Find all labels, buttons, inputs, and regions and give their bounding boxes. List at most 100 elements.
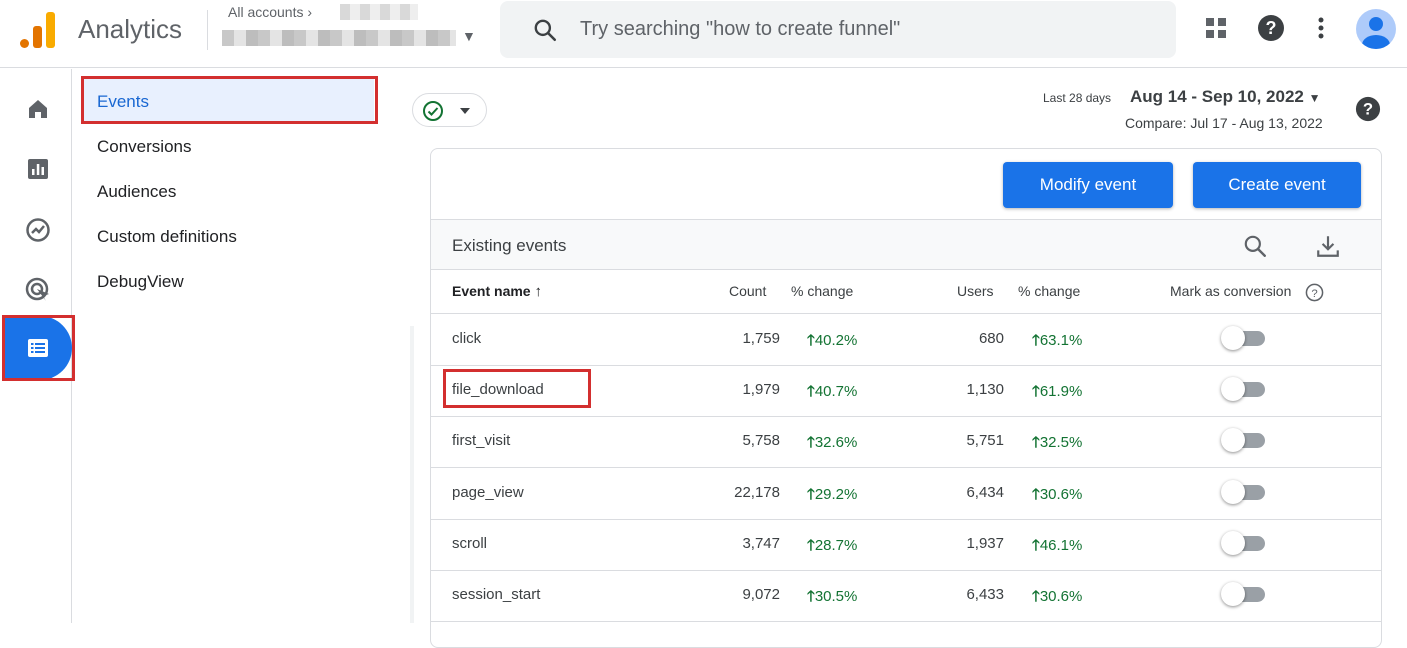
date-range-text: Aug 14 - Sep 10, 2022 xyxy=(1130,87,1304,106)
arrow-up-icon: 🡑 xyxy=(1032,383,1040,400)
count-cell: 22,178 xyxy=(734,484,780,501)
chevron-right-icon: › xyxy=(307,4,313,20)
users-change-value: 32.5% xyxy=(1039,434,1083,451)
subnav-item-debugview[interactable]: DebugView xyxy=(97,272,184,292)
configure-icon[interactable] xyxy=(24,334,52,362)
arrow-up-icon: 🡑 xyxy=(1032,537,1040,554)
analytics-logo-icon[interactable] xyxy=(20,12,56,48)
count-change-value: 32.6% xyxy=(814,434,858,451)
event-name-cell[interactable]: first_visit xyxy=(452,432,510,449)
count-change-value: 30.5% xyxy=(814,588,858,605)
header-users-change[interactable]: % change xyxy=(1018,283,1080,299)
users-change-value: 30.6% xyxy=(1039,588,1083,605)
svg-text:?: ? xyxy=(1363,100,1373,119)
compare-range: Compare: Jul 17 - Aug 13, 2022 xyxy=(1125,115,1323,131)
users-cell: 1,937 xyxy=(966,535,1004,552)
search-bar[interactable] xyxy=(500,1,1176,58)
mark-conversion-toggle[interactable] xyxy=(1221,326,1265,350)
chevron-down-icon xyxy=(460,108,470,114)
users-cell: 1,130 xyxy=(966,381,1004,398)
svg-text:?: ? xyxy=(1311,288,1317,300)
advertising-icon[interactable] xyxy=(24,276,52,304)
arrow-up-icon: 🡑 xyxy=(807,332,815,349)
apps-grid-icon[interactable] xyxy=(1202,14,1230,42)
count-change-value: 28.7% xyxy=(814,537,858,554)
event-name-cell[interactable]: page_view xyxy=(452,484,524,501)
more-vert-icon[interactable] xyxy=(1307,14,1335,42)
header-divider-line xyxy=(431,313,1381,314)
filter-dropdown[interactable] xyxy=(412,93,487,127)
header-users[interactable]: Users xyxy=(957,283,994,299)
event-name-cell[interactable]: click xyxy=(452,330,481,347)
users-change-cell: 🡑63.1% xyxy=(1032,330,1082,355)
event-name-cell[interactable]: session_start xyxy=(452,586,540,603)
avatar[interactable] xyxy=(1356,9,1396,49)
header-count[interactable]: Count xyxy=(729,283,766,299)
property-name-redacted[interactable] xyxy=(222,30,456,46)
count-cell: 5,758 xyxy=(742,432,780,449)
arrow-up-icon: 🡑 xyxy=(807,588,815,605)
row-divider xyxy=(431,519,1381,520)
header-count-change[interactable]: % change xyxy=(791,283,853,299)
users-cell: 6,434 xyxy=(966,484,1004,501)
arrow-up-icon: 🡑 xyxy=(1032,434,1040,451)
subnav-scrollbar[interactable] xyxy=(410,326,414,623)
users-change-cell: 🡑61.9% xyxy=(1032,381,1082,406)
subnav-item-audiences[interactable]: Audiences xyxy=(97,182,176,202)
date-range-selector[interactable]: Aug 14 - Sep 10, 2022 ▼ xyxy=(1130,87,1321,107)
users-cell: 5,751 xyxy=(966,432,1004,449)
existing-events-title: Existing events xyxy=(452,236,567,255)
arrow-up-icon: 🡑 xyxy=(1032,588,1040,605)
event-name-cell[interactable]: file_download xyxy=(452,381,544,398)
subnav-item-conversions[interactable]: Conversions xyxy=(97,137,192,157)
mark-conversion-toggle[interactable] xyxy=(1221,480,1265,504)
arrow-up-icon: 🡑 xyxy=(807,486,815,503)
modify-event-button[interactable]: Modify event xyxy=(1003,162,1173,208)
count-change-cell: 🡑40.2% xyxy=(807,330,857,355)
explore-icon[interactable] xyxy=(24,216,52,244)
conversion-help-icon[interactable]: ? xyxy=(1305,283,1324,302)
users-cell: 6,433 xyxy=(966,586,1004,603)
reports-icon[interactable] xyxy=(24,155,52,183)
mark-conversion-toggle[interactable] xyxy=(1221,531,1265,555)
count-change-value: 29.2% xyxy=(814,486,858,503)
svg-text:?: ? xyxy=(1266,18,1277,38)
arrow-up-icon: 🡑 xyxy=(807,383,815,400)
count-change-value: 40.7% xyxy=(814,383,858,400)
all-accounts-label: All accounts xyxy=(228,4,304,20)
arrow-up-icon: 🡑 xyxy=(807,434,815,451)
users-change-cell: 🡑32.5% xyxy=(1032,432,1082,457)
create-event-button[interactable]: Create event xyxy=(1193,162,1361,208)
count-change-value: 40.2% xyxy=(814,332,858,349)
subnav-item-custom-definitions[interactable]: Custom definitions xyxy=(97,227,237,247)
users-change-cell: 🡑46.1% xyxy=(1032,535,1082,560)
search-icon xyxy=(534,19,557,42)
users-change-cell: 🡑30.6% xyxy=(1032,586,1082,611)
download-icon[interactable] xyxy=(1315,233,1341,259)
header-event-name[interactable]: Event name ↑ xyxy=(452,283,542,300)
users-cell: 680 xyxy=(978,330,1004,347)
mark-conversion-toggle[interactable] xyxy=(1221,582,1265,606)
table-search-icon[interactable] xyxy=(1242,233,1268,259)
page-help-icon[interactable]: ? xyxy=(1354,95,1382,123)
count-cell: 9,072 xyxy=(742,586,780,603)
all-accounts-link[interactable]: All accounts › xyxy=(228,4,312,20)
app-title: Analytics xyxy=(78,14,183,44)
users-change-value: 61.9% xyxy=(1039,383,1083,400)
mark-conversion-toggle[interactable] xyxy=(1221,428,1265,452)
search-input[interactable] xyxy=(580,13,1140,45)
users-change-value: 63.1% xyxy=(1039,332,1083,349)
count-cell: 3,747 xyxy=(742,535,780,552)
subnav-item-events[interactable]: Events xyxy=(97,92,149,112)
mark-conversion-toggle[interactable] xyxy=(1221,377,1265,401)
account-dropdown-icon[interactable]: ▼ xyxy=(462,28,476,44)
date-dropdown-icon: ▼ xyxy=(1308,91,1321,105)
check-circle-icon xyxy=(423,101,443,121)
arrow-up-icon: 🡑 xyxy=(1032,332,1040,349)
arrow-up-icon: 🡑 xyxy=(1032,486,1040,503)
help-icon[interactable]: ? xyxy=(1257,14,1285,42)
count-change-cell: 🡑29.2% xyxy=(807,484,857,509)
event-name-cell[interactable]: scroll xyxy=(452,535,487,552)
home-icon[interactable] xyxy=(24,95,52,123)
count-change-cell: 🡑32.6% xyxy=(807,432,857,457)
